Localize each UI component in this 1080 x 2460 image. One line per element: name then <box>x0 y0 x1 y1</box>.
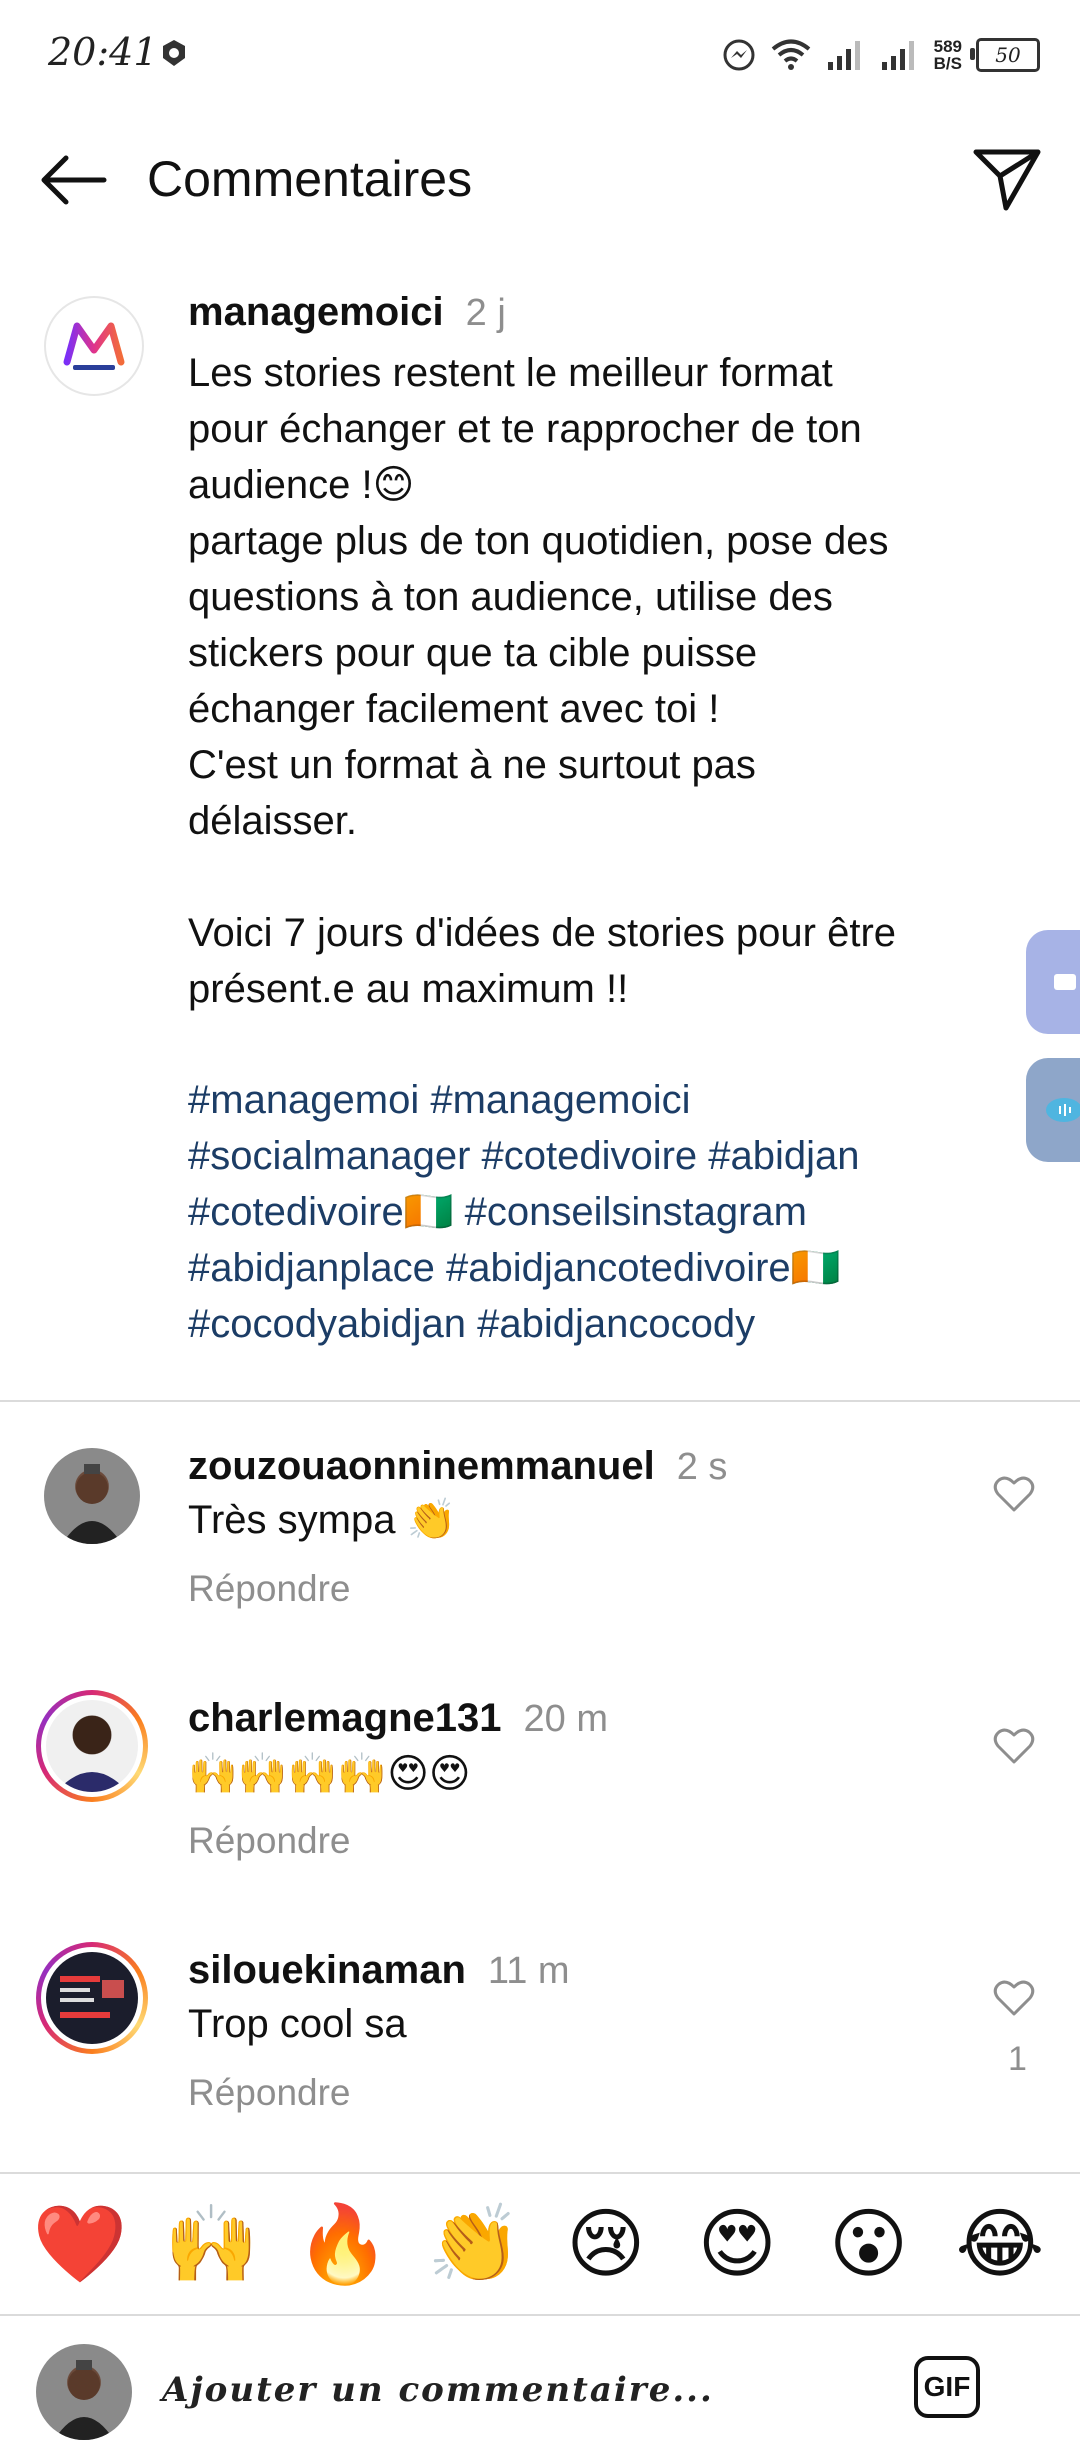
reaction-surprised[interactable]: 😮 <box>819 2200 919 2290</box>
reaction-crying[interactable]: 😢 <box>556 2200 656 2290</box>
reaction-laughing[interactable]: 😂 <box>950 2200 1050 2290</box>
comment-text: Très sympa 👏 <box>188 1498 457 1542</box>
my-avatar <box>36 2344 132 2440</box>
like-heart-icon[interactable] <box>992 1724 1036 1768</box>
comment-avatar <box>46 1952 138 2044</box>
caption-time: 2 j <box>465 292 506 334</box>
signal-icon-2 <box>881 41 914 70</box>
battery-level: 50 <box>995 43 1021 67</box>
like-count: 1 <box>1008 2040 1027 2078</box>
comment-avatar[interactable] <box>44 1448 140 1544</box>
comment-avatar <box>46 1700 138 1792</box>
like-heart-icon[interactable] <box>992 1472 1036 1516</box>
person-photo <box>54 2360 114 2440</box>
comment-header: charlemagne131 20 m <box>188 1696 608 1741</box>
comment-username[interactable]: charlemagne131 <box>188 1696 502 1741</box>
hashtag-line[interactable]: #cotedivoire🇨🇮 #conseilsinstagram <box>188 1184 988 1240</box>
comment-input[interactable]: Ajouter un commentaire... <box>162 2370 714 2410</box>
reply-button[interactable]: Répondre <box>188 1820 351 1862</box>
speed-unit: B/S <box>933 54 962 73</box>
page-title: Commentaires <box>147 151 473 207</box>
caption-username[interactable]: managemoici <box>188 290 444 335</box>
wifi-icon <box>771 39 810 70</box>
caption-divider <box>0 1400 1080 1402</box>
floating-assistant-button[interactable] <box>1026 1058 1080 1162</box>
reaction-raised-hands[interactable]: 🙌 <box>161 2200 261 2290</box>
quick-reactions-bar: ❤️ 🙌 🔥 👏 😢 😍 😮 😂 <box>30 2200 1050 2290</box>
shield-status-icon <box>163 40 185 66</box>
reaction-heart[interactable]: ❤️ <box>30 2200 130 2290</box>
comment-username[interactable]: zouzouaonninemmanuel <box>188 1444 655 1489</box>
gif-button[interactable]: GIF <box>914 2356 980 2418</box>
signal-icon-1 <box>827 41 860 70</box>
managemoi-logo <box>63 322 125 370</box>
floating-tool-button[interactable] <box>1026 930 1080 1034</box>
flyer-thumbnail <box>60 1976 124 2018</box>
reaction-clapping[interactable]: 👏 <box>424 2200 524 2290</box>
status-icons: 589 B/S 50 <box>722 30 1040 80</box>
hashtag-line[interactable]: #cocodyabidjan #abidjancocody <box>188 1296 988 1352</box>
like-heart-icon[interactable] <box>992 1976 1036 2020</box>
reply-button[interactable]: Répondre <box>188 1568 351 1610</box>
reaction-heart-eyes[interactable]: 😍 <box>687 2200 787 2290</box>
caption-header: managemoici 2 j <box>188 290 506 335</box>
hashtag-line[interactable]: #abidjanplace #abidjancotedivoire🇨🇮 <box>188 1240 988 1296</box>
caption-hashtags: #managemoi #managemoici #socialmanager #… <box>188 1072 988 1352</box>
battery-icon: 50 <box>970 38 1040 72</box>
comment-username[interactable]: silouekinaman <box>188 1948 466 1993</box>
comment-text: 🙌🙌🙌🙌😍😍 <box>188 1752 471 1796</box>
fish-icon <box>1046 1098 1080 1122</box>
status-time: 20:41 <box>48 30 158 74</box>
hashtag-line[interactable]: #socialmanager #cotedivoire #abidjan <box>188 1128 988 1184</box>
tool-icon <box>1054 974 1076 990</box>
hashtag-line[interactable]: #managemoi #managemoici <box>188 1072 988 1128</box>
caption-text: Les stories restent le meilleur format p… <box>188 351 897 1011</box>
caption-avatar[interactable] <box>44 296 144 396</box>
person-photo <box>62 1464 122 1544</box>
reactions-divider <box>0 2172 1080 2174</box>
reaction-fire[interactable]: 🔥 <box>293 2200 393 2290</box>
person-photo <box>56 1772 128 1792</box>
comment-avatar-story-ring[interactable] <box>36 1942 148 2054</box>
network-speed: 589 B/S <box>934 38 962 72</box>
comment-time: 2 s <box>676 1446 728 1488</box>
comment-header: zouzouaonninemmanuel 2 s <box>188 1444 727 1489</box>
input-divider <box>0 2314 1080 2316</box>
speed-value: 589 <box>933 37 962 56</box>
comment-text: Trop cool sa <box>188 2002 407 2046</box>
comment-header: silouekinaman 11 m <box>188 1948 570 1993</box>
messenger-status-icon <box>723 39 755 71</box>
comment-time: 20 m <box>523 1698 608 1740</box>
comment-time: 11 m <box>487 1950 570 1992</box>
reply-button[interactable]: Répondre <box>188 2072 351 2114</box>
comment-avatar-story-ring[interactable] <box>36 1690 148 1802</box>
back-arrow-icon[interactable] <box>36 150 108 210</box>
send-icon[interactable] <box>972 146 1042 212</box>
